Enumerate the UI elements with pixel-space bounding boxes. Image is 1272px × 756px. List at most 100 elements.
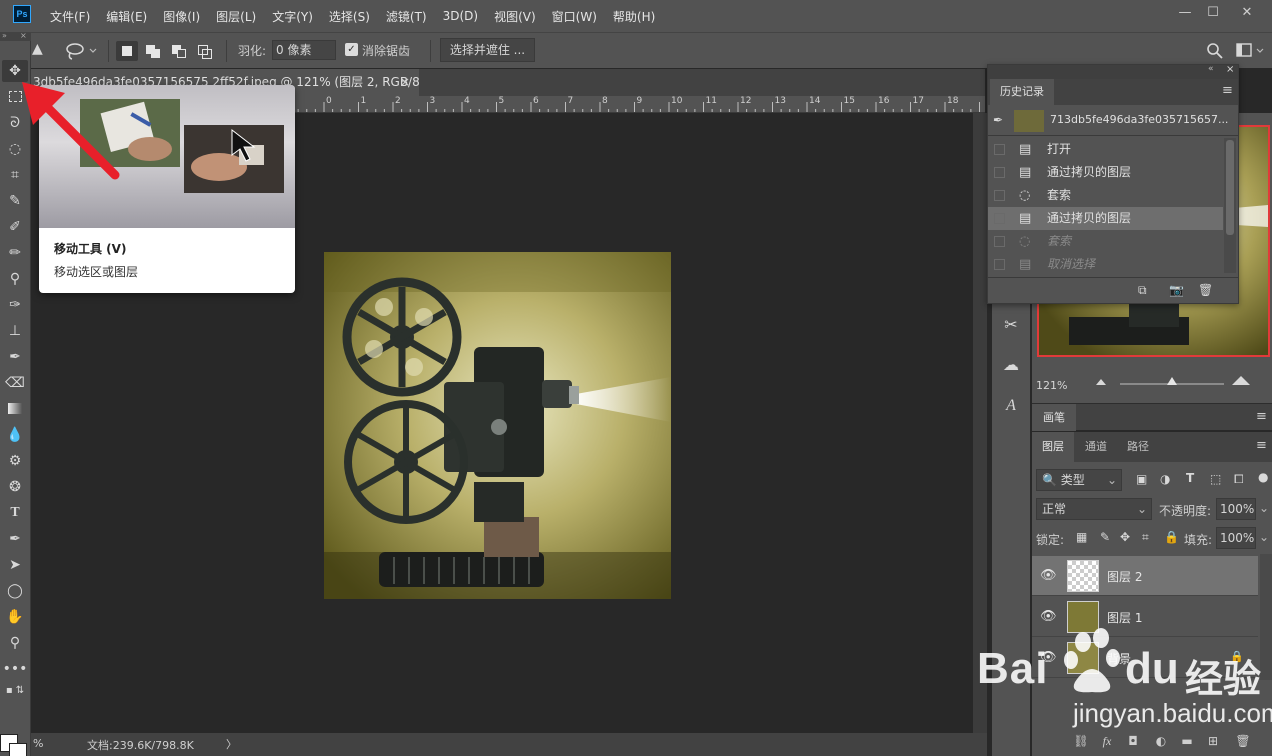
opacity-input[interactable]: 100% [1216, 498, 1256, 520]
tab-layers[interactable]: 图层 [1032, 432, 1074, 462]
more-tools-icon[interactable]: ••• [2, 658, 28, 680]
blend-mode-select[interactable]: 正常 ⌄ [1036, 498, 1152, 520]
menu-filter[interactable]: 滤镜(T) [378, 8, 435, 25]
history-brush-tool-icon[interactable]: ✑ [2, 294, 28, 316]
trash-icon[interactable]: 🗑 [1198, 283, 1213, 297]
menu-file[interactable]: 文件(F) [42, 8, 98, 25]
chevron-down-icon[interactable]: ⌄ [1259, 530, 1269, 544]
lock-position-icon[interactable]: ✥ [1120, 530, 1130, 544]
zoom-tool-icon[interactable]: ⚲ [2, 632, 28, 654]
pixel-filter-icon[interactable]: ▣ [1136, 472, 1147, 486]
menu-help[interactable]: 帮助(H) [605, 8, 663, 25]
navigator-zoom-value[interactable]: 121% [1036, 379, 1067, 392]
background-color-swatch[interactable] [9, 743, 27, 756]
gradient-tool-icon[interactable] [2, 398, 28, 420]
zoom-out-icon[interactable] [1096, 379, 1106, 385]
search-icon[interactable] [1206, 42, 1224, 60]
antialias-checkbox[interactable]: ✓ [345, 43, 358, 56]
history-item[interactable]: ▤ 打开 [988, 138, 1223, 161]
panel-menu-icon[interactable]: ≡ [1222, 83, 1233, 98]
close-icon[interactable]: × [20, 31, 27, 40]
history-source-checkbox[interactable] [994, 213, 1005, 224]
history-source-checkbox[interactable] [994, 167, 1005, 178]
chevron-down-icon[interactable]: ⌄ [1259, 501, 1269, 515]
menu-view[interactable]: 视图(V) [486, 8, 544, 25]
tool-preset-icon[interactable]: ▲ [32, 41, 43, 57]
menu-type[interactable]: 文字(Y) [264, 8, 321, 25]
menu-window[interactable]: 窗口(W) [544, 8, 605, 25]
history-scrollbar[interactable] [1224, 138, 1236, 273]
lock-artboard-icon[interactable]: ⌗ [1142, 530, 1149, 545]
tab-paths[interactable]: 路径 [1118, 432, 1158, 462]
layer-row[interactable]: 👁 图层 2 [1032, 556, 1258, 596]
panel-menu-icon[interactable]: ≡ [1256, 438, 1267, 453]
status-menu-arrow[interactable]: 〉 [226, 736, 237, 752]
path-select-tool-icon[interactable]: ➤ [2, 554, 28, 576]
minimize-button[interactable]: — [1176, 4, 1194, 22]
projector-image[interactable] [324, 252, 671, 599]
history-item[interactable]: ◌ 套索 [988, 230, 1223, 253]
layer-filter-select[interactable]: 🔍 类型 ⌄ [1036, 469, 1122, 491]
tab-brush[interactable]: 画笔 [1032, 404, 1076, 431]
clone-stamp-tool-icon[interactable]: ⚲ [2, 268, 28, 290]
camera-icon[interactable]: 📷 [1169, 283, 1184, 297]
tab-close-icon[interactable]: × [400, 69, 410, 96]
menu-edit[interactable]: 编辑(E) [98, 8, 155, 25]
subtract-selection-button[interactable] [168, 41, 190, 61]
tab-channels[interactable]: 通道 [1076, 432, 1116, 462]
type-tool-icon[interactable]: T [2, 502, 28, 524]
zoom-slider-thumb[interactable] [1167, 377, 1177, 385]
eraser-tool-icon[interactable]: ⌫ [2, 372, 28, 394]
new-document-from-state-icon[interactable]: ⧉ [1138, 283, 1147, 298]
intersect-selection-button[interactable] [194, 41, 216, 61]
adjustment-filter-icon[interactable]: ◑ [1160, 472, 1170, 486]
select-and-mask-button[interactable]: 选择并遮住 ... [440, 38, 535, 62]
fill-input[interactable]: 100% [1216, 527, 1256, 549]
tool-presets-icon[interactable]: ✂ [998, 312, 1024, 338]
creative-cloud-icon[interactable]: ☁ [998, 352, 1024, 378]
lasso-preset-icon[interactable] [64, 41, 98, 61]
character-panel-icon[interactable]: A [998, 393, 1024, 419]
close-window-button[interactable]: ✕ [1238, 4, 1256, 22]
healing-brush-tool-icon[interactable]: ✐ [2, 216, 28, 238]
blur-tool-icon[interactable]: 💧 [2, 424, 28, 446]
history-source-checkbox[interactable] [994, 236, 1005, 247]
lock-transparency-icon[interactable]: ▦ [1076, 530, 1087, 544]
eyedropper-tool-icon[interactable]: ✎ [2, 190, 28, 212]
type-filter-icon[interactable]: T [1186, 471, 1194, 485]
zoom-in-icon[interactable] [1232, 376, 1250, 385]
art-brush-tool-icon[interactable]: ✒ [2, 346, 28, 368]
smart-object-filter-icon[interactable]: ⧠ [1234, 472, 1244, 487]
history-source-checkbox[interactable] [994, 190, 1005, 201]
zoom-status[interactable]: % [33, 737, 43, 750]
history-brush-source-icon[interactable]: ✒ [993, 113, 1003, 127]
close-icon[interactable]: × [1226, 64, 1234, 75]
tab-history[interactable]: 历史记录 [990, 79, 1054, 105]
history-item[interactable]: ▤ 通过拷贝的图层 [988, 207, 1223, 230]
history-panel-header[interactable]: « × [988, 64, 1238, 79]
brush-tool-icon[interactable]: ✏ [2, 242, 28, 264]
history-item[interactable]: ▤ 取消选择 [988, 253, 1223, 276]
ellipse-tool-icon[interactable]: ◯ [2, 580, 28, 602]
feather-input[interactable]: 0 像素 [272, 40, 336, 60]
eye-icon[interactable]: 👁 [1040, 568, 1057, 583]
panel-menu-icon[interactable]: ≡ [1256, 409, 1267, 424]
hand-tool-icon[interactable]: ✋ [2, 606, 28, 628]
collapse-icon[interactable]: « [1208, 64, 1214, 74]
menu-select[interactable]: 选择(S) [321, 8, 378, 25]
menu-3d[interactable]: 3D(D) [435, 9, 486, 23]
shape-filter-icon[interactable]: ⬚ [1210, 472, 1221, 486]
pen-tool-icon[interactable]: ✒ [2, 528, 28, 550]
restore-button[interactable]: ☐ [1204, 4, 1222, 22]
lock-pixels-icon[interactable]: ✎ [1100, 530, 1110, 544]
lock-all-icon[interactable]: 🔒 [1164, 530, 1179, 544]
expand-icon[interactable]: » [2, 31, 7, 40]
history-source-checkbox[interactable] [994, 144, 1005, 155]
toolbar-header[interactable]: » × [0, 31, 31, 41]
history-item[interactable]: ◌ 套索 [988, 184, 1223, 207]
filter-toggle-icon[interactable]: ● [1258, 470, 1268, 484]
history-item[interactable]: ▤ 通过拷贝的图层 [988, 161, 1223, 184]
stamp-tool-icon[interactable]: ⊥ [2, 320, 28, 342]
workspace-icon[interactable] [1236, 42, 1266, 60]
history-snapshot[interactable]: ✒ 713db5fe496da3fe035715657... [988, 106, 1238, 136]
